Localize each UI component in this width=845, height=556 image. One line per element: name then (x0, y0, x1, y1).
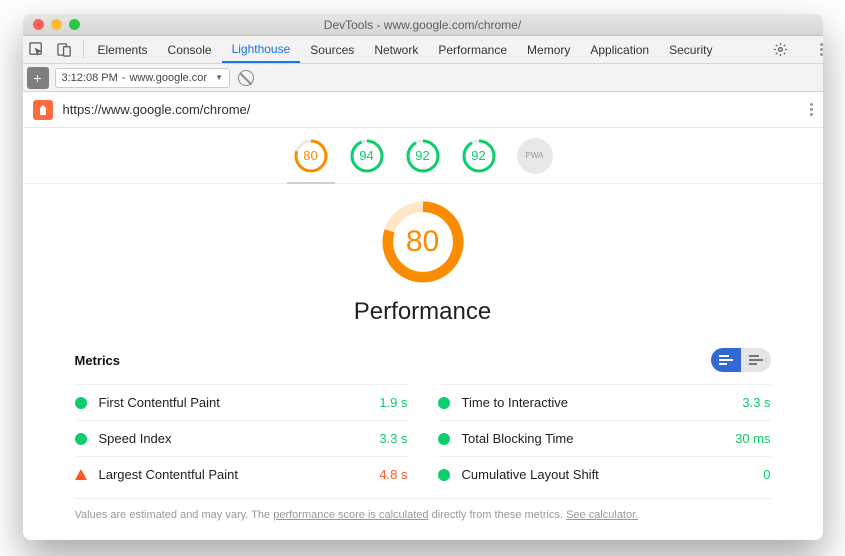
tab-security[interactable]: Security (659, 36, 722, 63)
report-url-row: https://www.google.com/chrome/ (23, 92, 823, 128)
tab-performance[interactable]: Performance (428, 36, 517, 63)
score-gauge-0[interactable]: 80 (293, 138, 329, 174)
main-score-section: 80 Performance (23, 184, 823, 336)
report-selector[interactable]: 3:12:08 PM - www.google.cor ▼ (55, 68, 231, 88)
metric-name: Largest Contentful Paint (99, 467, 238, 482)
pass-icon (438, 469, 450, 481)
tab-elements[interactable]: Elements (88, 36, 158, 63)
category-scores-row: 80 94 92 92 PWA (23, 128, 823, 184)
more-icon[interactable] (795, 43, 823, 56)
settings-icon[interactable] (767, 42, 795, 57)
pass-icon (75, 433, 87, 445)
score-gauge-2[interactable]: 92 (405, 138, 441, 174)
metric-row: Largest Contentful Paint 4.8 s (75, 456, 408, 492)
metric-row: First Contentful Paint 1.9 s (75, 384, 408, 420)
lighthouse-toolbar: + 3:12:08 PM - www.google.cor ▼ (23, 64, 823, 92)
tab-network[interactable]: Network (364, 36, 428, 63)
category-title: Performance (354, 298, 491, 326)
tab-sources[interactable]: Sources (300, 36, 364, 63)
metric-row: Total Blocking Time 30 ms (438, 420, 771, 456)
warn-icon (75, 469, 87, 480)
pass-icon (438, 397, 450, 409)
report-origin: www.google.cor (129, 72, 207, 84)
window-title: DevTools - www.google.com/chrome/ (23, 18, 823, 32)
metric-name: Cumulative Layout Shift (462, 467, 599, 482)
score-calc-link[interactable]: performance score is calculated (273, 509, 428, 521)
metric-name: Speed Index (99, 431, 172, 446)
metric-name: Time to Interactive (462, 395, 568, 410)
inspect-icon[interactable] (23, 36, 51, 63)
score-gauge-3[interactable]: 92 (461, 138, 497, 174)
score-gauge-4[interactable]: PWA (517, 138, 553, 174)
pass-icon (75, 397, 87, 409)
metric-value: 3.3 s (742, 395, 770, 410)
new-report-button[interactable]: + (27, 67, 49, 89)
see-calculator-link[interactable]: See calculator. (566, 509, 638, 521)
metrics-view-toggle[interactable] (711, 348, 771, 372)
report-time: 3:12:08 PM (62, 72, 118, 84)
pass-icon (438, 433, 450, 445)
metric-value: 0 (763, 467, 770, 482)
report-menu-icon[interactable] (810, 103, 813, 116)
view-detailed-button[interactable] (711, 348, 741, 372)
score-gauge-1[interactable]: 94 (349, 138, 385, 174)
lighthouse-logo-icon (33, 100, 53, 120)
tab-console[interactable]: Console (158, 36, 222, 63)
metrics-grid: First Contentful Paint 1.9 s Time to Inter… (75, 384, 771, 492)
metric-row: Cumulative Layout Shift 0 (438, 456, 771, 492)
metric-name: Total Blocking Time (462, 431, 574, 446)
metric-value: 3.3 s (379, 431, 407, 446)
metric-value: 4.8 s (379, 467, 407, 482)
metrics-heading: Metrics (75, 353, 121, 368)
metric-value: 1.9 s (379, 395, 407, 410)
metric-value: 30 ms (735, 431, 770, 446)
devtools-window: DevTools - www.google.com/chrome/ Elemen… (23, 14, 823, 540)
metric-row: Speed Index 3.3 s (75, 420, 408, 456)
performance-score: 80 (379, 198, 467, 286)
tab-lighthouse[interactable]: Lighthouse (222, 36, 301, 63)
metric-row: Time to Interactive 3.3 s (438, 384, 771, 420)
devtools-tabbar: ElementsConsoleLighthouseSourcesNetworkP… (23, 36, 823, 64)
chevron-down-icon: ▼ (215, 73, 223, 82)
performance-gauge: 80 (379, 198, 467, 286)
clear-icon[interactable] (238, 70, 254, 86)
window-titlebar: DevTools - www.google.com/chrome/ (23, 14, 823, 36)
device-mode-icon[interactable] (51, 36, 79, 63)
metrics-footnote: Values are estimated and may vary. The p… (75, 498, 771, 521)
tab-application[interactable]: Application (580, 36, 659, 63)
report-url: https://www.google.com/chrome/ (63, 102, 251, 117)
metric-name: First Contentful Paint (99, 395, 220, 410)
tab-memory[interactable]: Memory (517, 36, 580, 63)
view-compact-button[interactable] (741, 348, 771, 372)
